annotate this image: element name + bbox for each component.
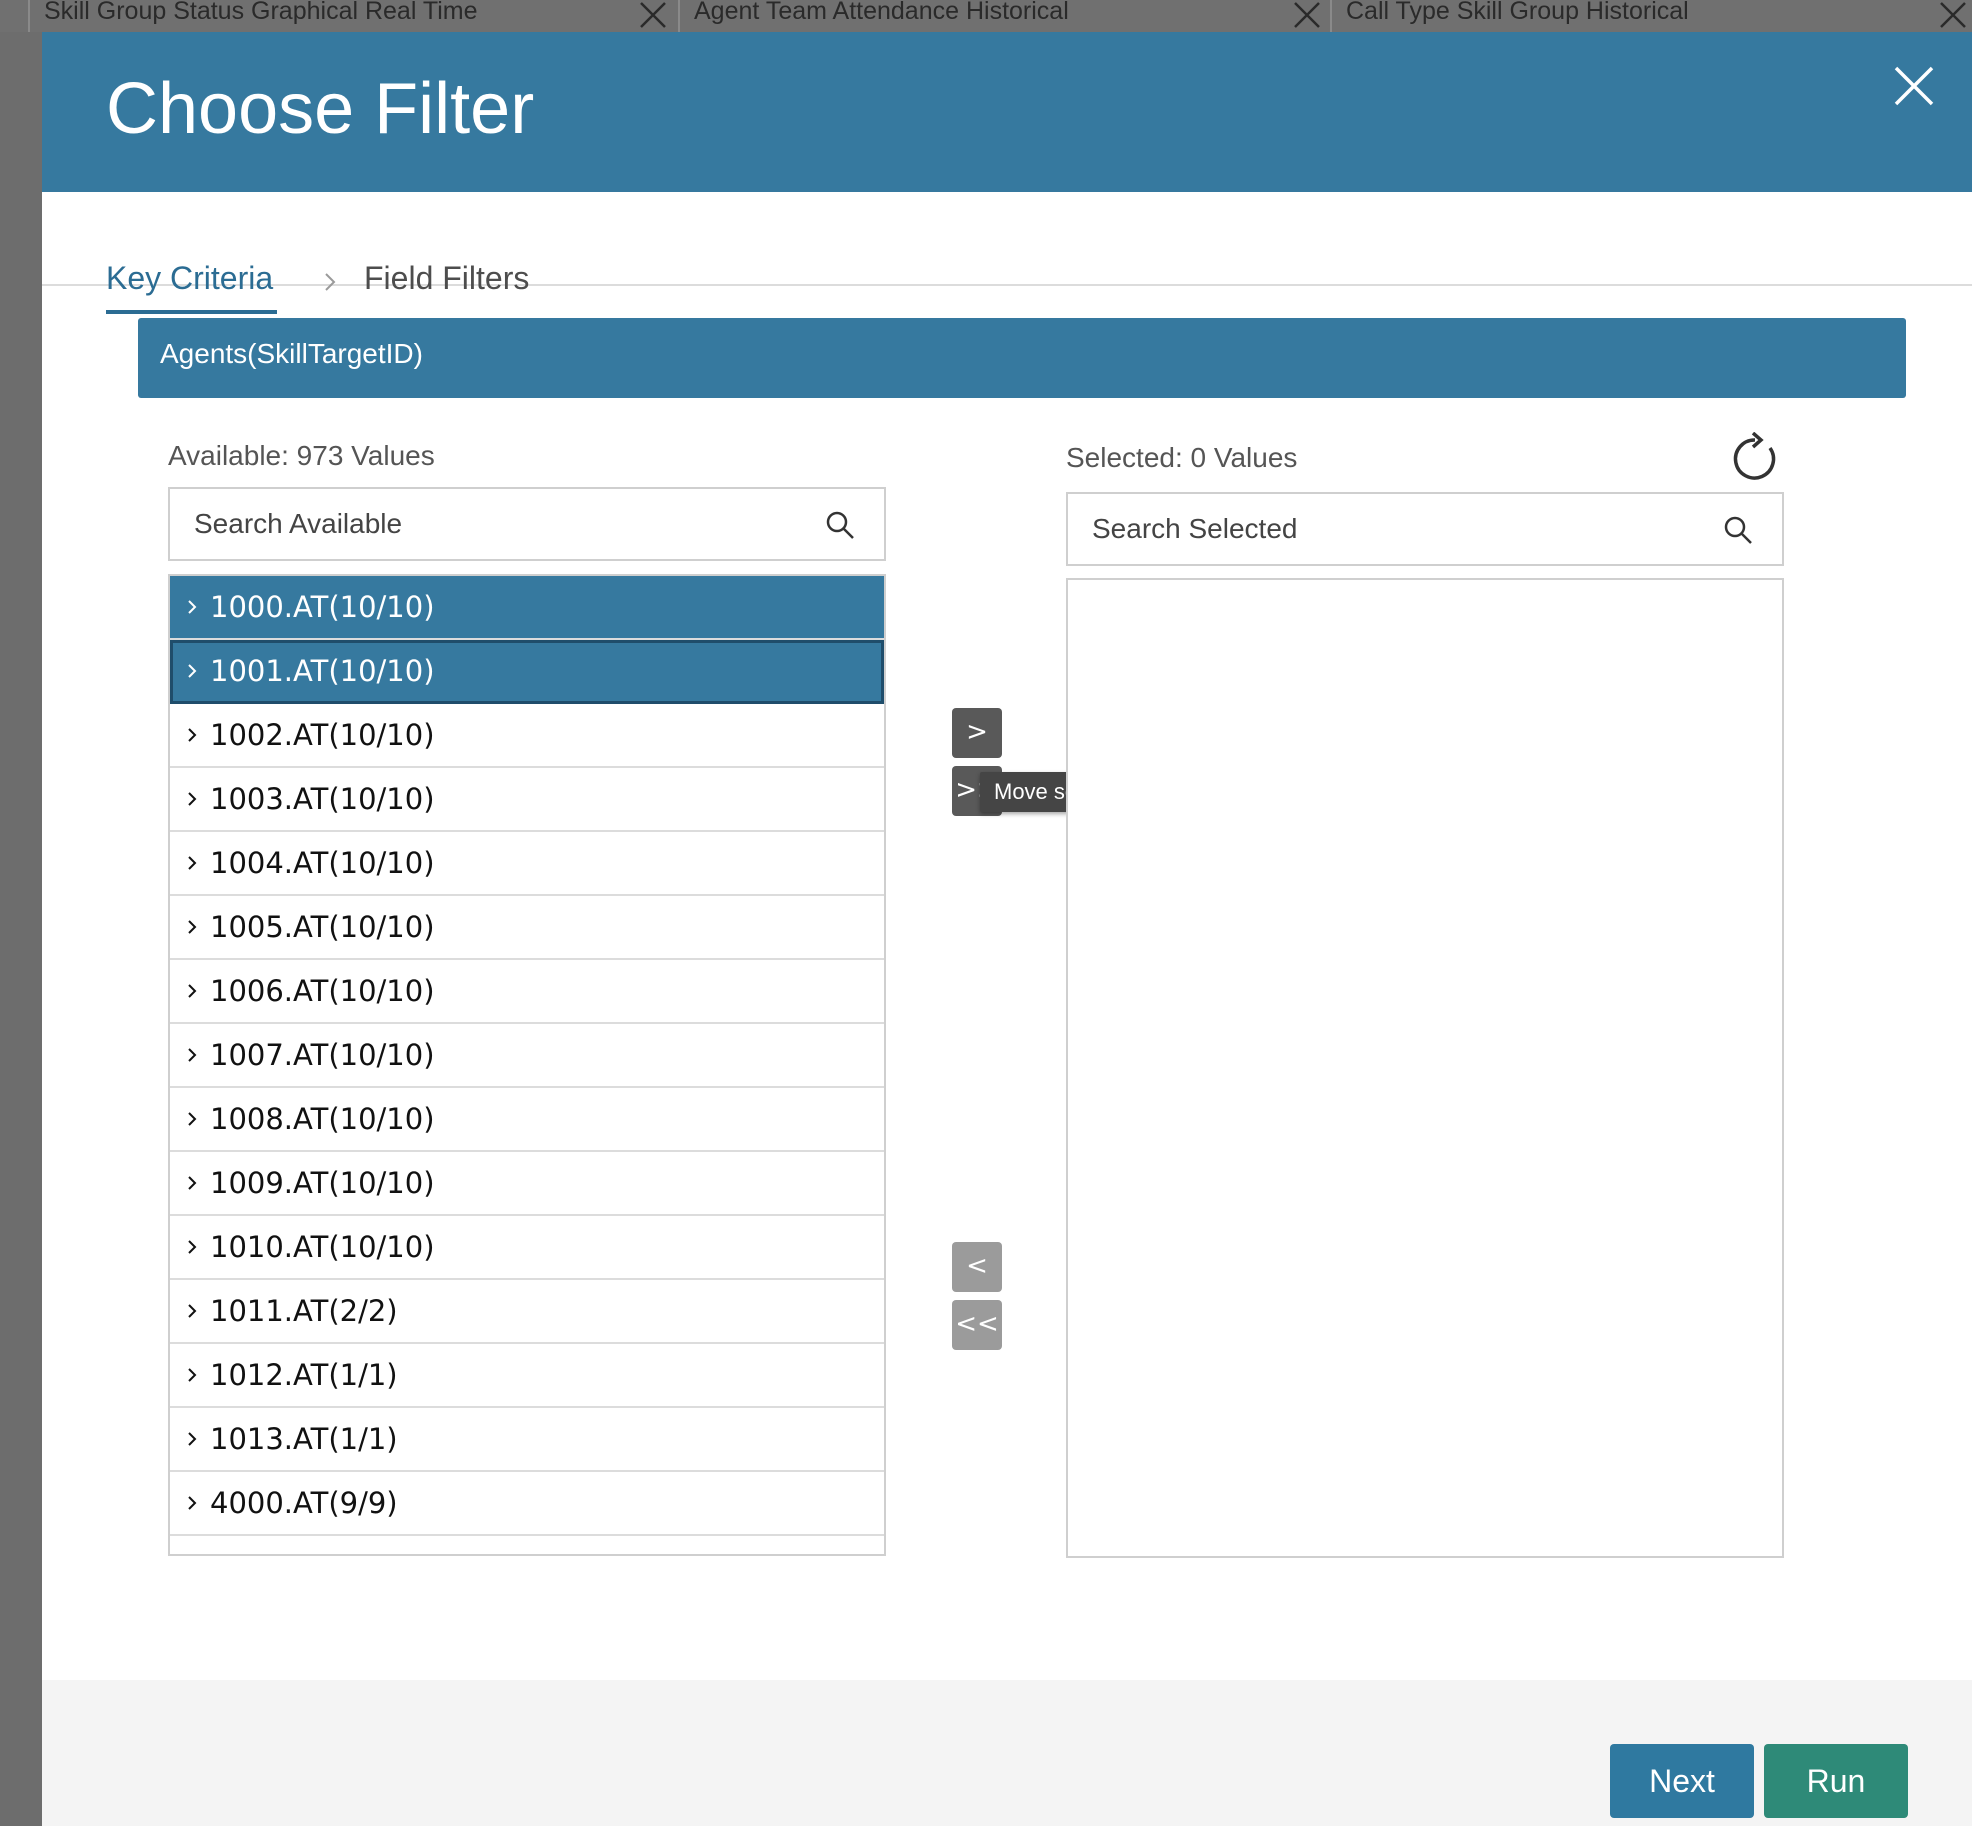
- list-item[interactable]: 1002.AT(10/10): [170, 704, 884, 768]
- chevron-right-icon[interactable]: [186, 662, 198, 680]
- chevron-right-icon[interactable]: [186, 1302, 198, 1320]
- list-item-label: 1009.AT(10/10): [210, 1166, 435, 1200]
- search-selected-input[interactable]: [1092, 506, 1692, 552]
- dialog-header: Choose Filter: [42, 32, 1972, 192]
- chevron-right-icon[interactable]: [186, 598, 198, 616]
- chevron-right-icon: [320, 270, 340, 294]
- list-item[interactable]: 1005.AT(10/10): [170, 896, 884, 960]
- chevron-right-icon[interactable]: [186, 1174, 198, 1192]
- list-item-label: 1013.AT(1/1): [210, 1422, 398, 1456]
- list-item[interactable]: 1006.AT(10/10): [170, 960, 884, 1024]
- list-item[interactable]: 4000.AT(9/9): [170, 1472, 884, 1536]
- close-icon[interactable]: [1938, 0, 1968, 30]
- background-tab[interactable]: Agent Team Attendance Historical: [678, 0, 1330, 32]
- list-item[interactable]: 1004.AT(10/10): [170, 832, 884, 896]
- list-item-label: 4000.AT(9/9): [210, 1486, 398, 1520]
- list-item[interactable]: 1008.AT(10/10): [170, 1088, 884, 1152]
- background-tab-label: Agent Team Attendance Historical: [694, 0, 1069, 25]
- run-button[interactable]: Run: [1764, 1744, 1908, 1818]
- selected-list[interactable]: [1066, 578, 1784, 1558]
- choose-filter-dialog: Choose Filter Key Criteria Field Filters…: [42, 32, 1972, 1826]
- background-tab-label: Skill Group Status Graphical Real Time: [44, 0, 478, 25]
- selected-count: Selected: 0 Values: [1066, 442, 1298, 473]
- list-item-label: 1012.AT(1/1): [210, 1358, 398, 1392]
- list-item-label: 1008.AT(10/10): [210, 1102, 435, 1136]
- chevron-right-icon[interactable]: [186, 1366, 198, 1384]
- chevron-right-icon[interactable]: [186, 1494, 198, 1512]
- close-icon[interactable]: [1892, 64, 1936, 108]
- list-item-label: 1003.AT(10/10): [210, 782, 435, 816]
- list-item-label: 1007.AT(10/10): [210, 1038, 435, 1072]
- next-button[interactable]: Next: [1610, 1744, 1754, 1818]
- chevron-right-icon[interactable]: [186, 854, 198, 872]
- chevron-right-icon[interactable]: [186, 982, 198, 1000]
- search-selected-field: [1066, 492, 1784, 566]
- chevron-right-icon[interactable]: [186, 726, 198, 744]
- move-all-left-button[interactable]: <<: [952, 1300, 1002, 1350]
- available-count: Available: 973 Values: [168, 440, 435, 471]
- chevron-right-icon[interactable]: [186, 1046, 198, 1064]
- step-key-criteria[interactable]: Key Criteria: [106, 262, 273, 294]
- chevron-right-icon[interactable]: [186, 1238, 198, 1256]
- criteria-group-label: Agents(SkillTargetID): [160, 338, 423, 369]
- background-tab-label: Call Type Skill Group Historical: [1346, 0, 1689, 25]
- list-item-label: 1011.AT(2/2): [210, 1294, 398, 1328]
- list-item[interactable]: 1012.AT(1/1): [170, 1344, 884, 1408]
- list-item[interactable]: 1003.AT(10/10): [170, 768, 884, 832]
- step-field-filters[interactable]: Field Filters: [364, 262, 529, 294]
- search-available-field: [168, 487, 886, 561]
- chevron-right-icon[interactable]: [186, 1430, 198, 1448]
- available-list[interactable]: 1000.AT(10/10) 1001.AT(10/10) 1002.AT(10/1…: [168, 574, 886, 1556]
- chevron-right-icon[interactable]: [186, 918, 198, 936]
- list-item-label: 1001.AT(10/10): [210, 654, 435, 688]
- background-tab[interactable]: Call Type Skill Group Historical: [1330, 0, 1972, 32]
- search-icon[interactable]: [824, 509, 856, 541]
- close-icon[interactable]: [638, 0, 668, 30]
- list-item[interactable]: 1009.AT(10/10): [170, 1152, 884, 1216]
- chevron-right-icon[interactable]: [186, 1110, 198, 1128]
- background-tab[interactable]: Skill Group Status Graphical Real Time: [28, 0, 678, 32]
- search-icon[interactable]: [1722, 514, 1754, 546]
- refresh-icon[interactable]: [1728, 432, 1782, 486]
- list-item[interactable]: 4111.AT(9/9): [170, 1536, 884, 1554]
- search-available-input[interactable]: [194, 501, 794, 547]
- list-item-label: 1000.AT(10/10): [210, 590, 435, 624]
- list-item-label: 1002.AT(10/10): [210, 718, 435, 752]
- move-left-button[interactable]: <: [952, 1242, 1002, 1292]
- close-icon[interactable]: [1292, 0, 1322, 30]
- background-tab-strip: Skill Group Status Graphical Real Time A…: [0, 0, 1972, 32]
- list-item[interactable]: 1013.AT(1/1): [170, 1408, 884, 1472]
- list-item[interactable]: 1011.AT(2/2): [170, 1280, 884, 1344]
- list-item-label: 1010.AT(10/10): [210, 1230, 435, 1264]
- move-right-button[interactable]: >: [952, 708, 1002, 758]
- dialog-title: Choose Filter: [106, 69, 535, 149]
- criteria-group-header: Agents(SkillTargetID): [138, 318, 1906, 398]
- dialog-footer: Next Run: [42, 1680, 1972, 1826]
- list-item[interactable]: 1000.AT(10/10): [170, 576, 884, 640]
- list-item[interactable]: 1007.AT(10/10): [170, 1024, 884, 1088]
- list-item-label: 4111.AT(9/9): [210, 1550, 398, 1554]
- active-step-underline: [106, 310, 277, 314]
- list-item[interactable]: 1001.AT(10/10): [170, 640, 884, 704]
- chevron-right-icon[interactable]: [186, 790, 198, 808]
- list-item[interactable]: 1010.AT(10/10): [170, 1216, 884, 1280]
- list-item-label: 1004.AT(10/10): [210, 846, 435, 880]
- list-item-label: 1006.AT(10/10): [210, 974, 435, 1008]
- list-item-label: 1005.AT(10/10): [210, 910, 435, 944]
